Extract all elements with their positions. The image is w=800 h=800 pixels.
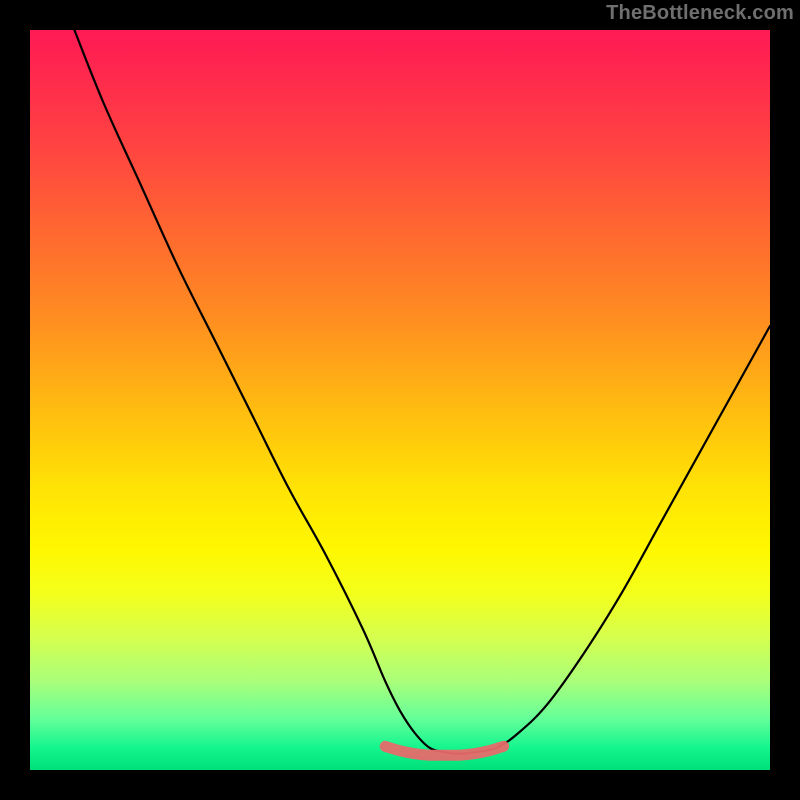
curve-path [74, 30, 770, 754]
chart-svg [30, 30, 770, 770]
chart-plot-area [30, 30, 770, 770]
bottom-marker-path [385, 746, 503, 755]
chart-frame: TheBottleneck.com [0, 0, 800, 800]
watermark-text: TheBottleneck.com [606, 2, 794, 25]
